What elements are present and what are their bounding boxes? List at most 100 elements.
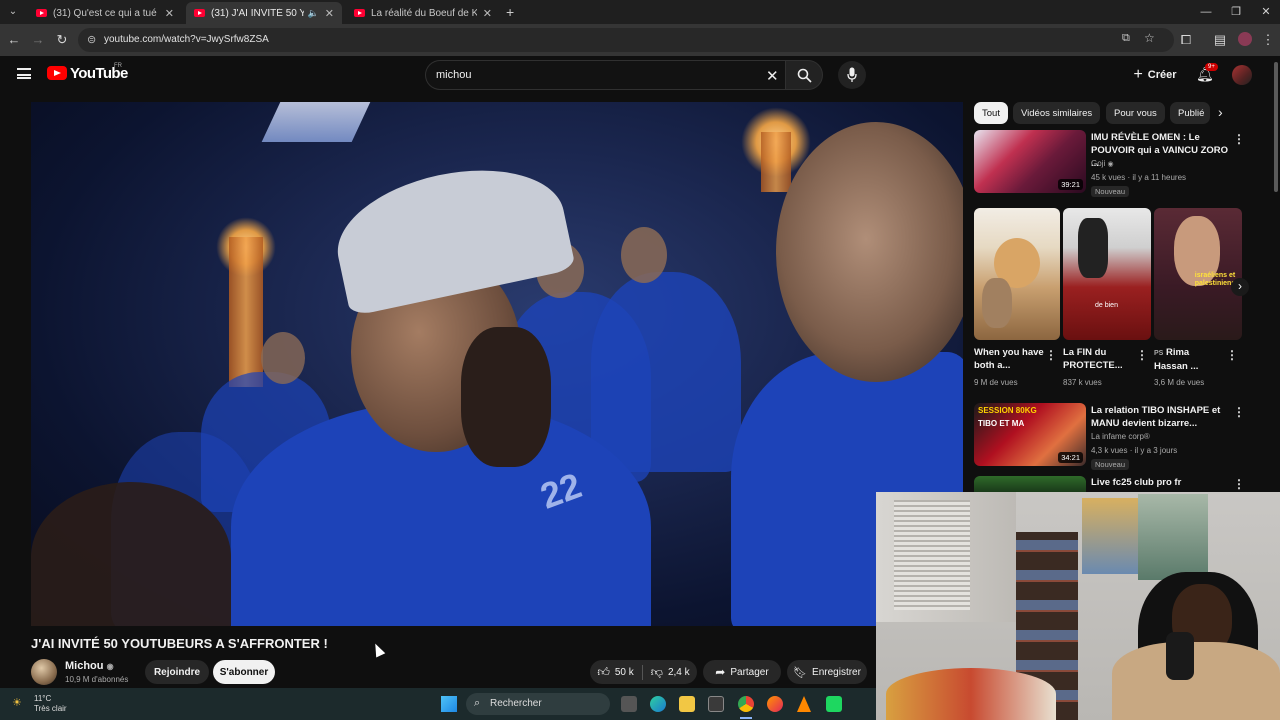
- extensions-icon[interactable]: ⧠: [1178, 32, 1194, 48]
- chip-all[interactable]: Tout: [974, 102, 1008, 124]
- app-icon[interactable]: [826, 696, 842, 712]
- save-label: Enregistrer: [812, 666, 861, 678]
- more-actions-icon[interactable]: ⋮: [1233, 132, 1245, 146]
- close-icon[interactable]: ✕: [325, 7, 334, 20]
- short-prefix: PS: [1154, 350, 1164, 357]
- video-thumbnail[interactable]: 39:21: [974, 130, 1086, 193]
- restore-icon[interactable]: ❐: [1226, 4, 1246, 20]
- tab-search-icon[interactable]: ⌄: [4, 4, 22, 20]
- rec-channel[interactable]: Goji ◉: [1091, 158, 1114, 171]
- more-actions-icon[interactable]: ⋮: [1233, 405, 1245, 419]
- short-thumbnail[interactable]: israéliens et palestiniens: [1154, 208, 1242, 340]
- rec-channel[interactable]: La infame corp®: [1091, 431, 1150, 443]
- browser-tab-2[interactable]: (31) J'AI INVITÉ 50 YOUTUB 🔈 ✕: [186, 2, 342, 24]
- grey-cap: [326, 151, 576, 317]
- verified-icon: ◉: [106, 662, 114, 671]
- more-actions-icon[interactable]: ⋮: [1226, 348, 1238, 362]
- weather-icon[interactable]: ☀: [12, 696, 22, 709]
- channel-name[interactable]: Michou ◉: [65, 660, 114, 672]
- windows-start-icon[interactable]: [441, 696, 457, 712]
- country-code: FR: [114, 63, 122, 69]
- taskbar-search[interactable]: ⌕ Rechercher: [466, 693, 610, 715]
- create-button[interactable]: + Créer: [1125, 62, 1185, 88]
- shorts-next-arrow-icon[interactable]: ›: [1231, 278, 1249, 296]
- task-view-icon[interactable]: [621, 696, 637, 712]
- windows-taskbar: ☀ 11°C Très clair ⌕ Rechercher: [0, 688, 876, 720]
- channel-avatar[interactable]: [31, 659, 57, 685]
- minimize-icon[interactable]: —: [1196, 4, 1216, 20]
- crowd-person: [261, 332, 305, 384]
- search-box[interactable]: michou ✕: [425, 60, 785, 90]
- main-person-beard: [461, 327, 551, 467]
- video-thumbnail[interactable]: [974, 476, 1086, 492]
- account-avatar[interactable]: [1232, 65, 1252, 85]
- short-title[interactable]: PS Rima Hassan ...: [1154, 346, 1224, 373]
- chip-similar-videos[interactable]: Vidéos similaires: [1013, 102, 1101, 124]
- voice-search-button[interactable]: [838, 61, 866, 89]
- site-info-icon[interactable]: ⊜: [87, 33, 96, 46]
- url-text[interactable]: youtube.com/watch?v=JwySrfw8ZSA: [104, 34, 269, 45]
- edge-icon[interactable]: [650, 696, 666, 712]
- close-icon[interactable]: ✕: [165, 7, 174, 20]
- dislike-button[interactable]: 👎︎ 2,4 k: [643, 665, 690, 680]
- join-button[interactable]: Rejoindre: [145, 660, 209, 684]
- video-player[interactable]: 22: [31, 102, 963, 626]
- more-actions-icon[interactable]: ⋮: [1045, 348, 1057, 362]
- short-title[interactable]: When you have both a...: [974, 346, 1044, 372]
- sidebar-icon[interactable]: ▤: [1212, 32, 1228, 48]
- search-icon: [797, 68, 812, 83]
- menu-dots-icon[interactable]: ⋮: [1260, 32, 1276, 48]
- more-actions-icon[interactable]: ⋮: [1233, 477, 1245, 491]
- speaker-icon[interactable]: 🔈: [308, 8, 319, 19]
- short-thumbnail[interactable]: [974, 208, 1060, 340]
- short-title[interactable]: La FIN du PROTECTE...: [1063, 346, 1133, 372]
- like-button[interactable]: 👍︎ 50 k: [597, 664, 643, 680]
- share-label: Partager: [730, 666, 769, 678]
- browser-tab-3[interactable]: La réalité du Boeuf de Kobe jap ✕: [346, 2, 500, 24]
- like-dislike-bar: 👍︎ 50 k 👎︎ 2,4 k: [590, 660, 697, 684]
- more-actions-icon[interactable]: ⋮: [1136, 348, 1148, 362]
- save-button[interactable]: 🔖︎ Enregistrer: [787, 660, 867, 684]
- rec-channel-text: Goji: [1091, 159, 1106, 168]
- chevron-right-icon[interactable]: ›: [1218, 104, 1223, 120]
- page-scrollbar[interactable]: [1274, 62, 1278, 192]
- search-button[interactable]: [785, 60, 823, 90]
- short-views: 3,6 M de vues: [1154, 378, 1205, 387]
- close-window-icon[interactable]: ✕: [1256, 4, 1276, 20]
- subscribe-button[interactable]: S'abonner: [213, 660, 275, 684]
- microphone-icon: [847, 67, 857, 82]
- rec-meta: 45 k vues · il y a 11 heures: [1091, 173, 1187, 182]
- microphone-shape: [1166, 632, 1194, 680]
- browser-tab-1[interactable]: (31) Qu'est ce qui a tué le fitgam ✕: [28, 2, 182, 24]
- file-explorer-icon[interactable]: [679, 696, 695, 712]
- video-thumbnail[interactable]: SESSION 80KG TIBO ET MA 34:21: [974, 403, 1086, 466]
- store-icon[interactable]: [708, 696, 724, 712]
- notification-count-badge: 9+: [1205, 63, 1218, 71]
- lamp-post-right: [761, 132, 791, 192]
- chip-published[interactable]: Publié: [1170, 102, 1210, 124]
- vlc-icon[interactable]: [797, 696, 811, 712]
- chrome-icon[interactable]: [738, 696, 754, 712]
- back-arrow-icon[interactable]: ←: [6, 32, 22, 48]
- cast-icon[interactable]: ⧉: [1122, 32, 1130, 45]
- weather-widget[interactable]: 11°C Très clair: [34, 694, 67, 714]
- new-tab-button[interactable]: +: [506, 4, 514, 20]
- share-button[interactable]: ➦ Partager: [703, 660, 781, 684]
- youtube-favicon-icon: [194, 9, 205, 17]
- hamburger-menu-icon[interactable]: [17, 68, 31, 79]
- search-input[interactable]: michou: [436, 69, 471, 81]
- rec-video-title[interactable]: Live fc25 club pro fr: [1091, 476, 1231, 489]
- short-thumbnail[interactable]: de bien: [1063, 208, 1151, 340]
- firefox-icon[interactable]: [767, 696, 783, 712]
- clear-search-icon[interactable]: ✕: [766, 67, 779, 85]
- verified-icon: ◉: [1107, 161, 1114, 168]
- chip-for-you[interactable]: Pour vous: [1106, 102, 1165, 124]
- reload-icon[interactable]: ↻: [54, 32, 70, 48]
- address-bar[interactable]: ⊜ youtube.com/watch?v=JwySrfw8ZSA ⧉ ☆: [78, 28, 1174, 52]
- star-icon[interactable]: ☆: [1144, 31, 1155, 45]
- rec-video-title[interactable]: La relation TIBO INSHAPE et MANU devient…: [1091, 404, 1231, 430]
- youtube-logo-icon[interactable]: [47, 66, 67, 80]
- close-icon[interactable]: ✕: [483, 7, 492, 20]
- profile-avatar[interactable]: [1238, 32, 1252, 46]
- forward-arrow-icon[interactable]: →: [30, 32, 46, 48]
